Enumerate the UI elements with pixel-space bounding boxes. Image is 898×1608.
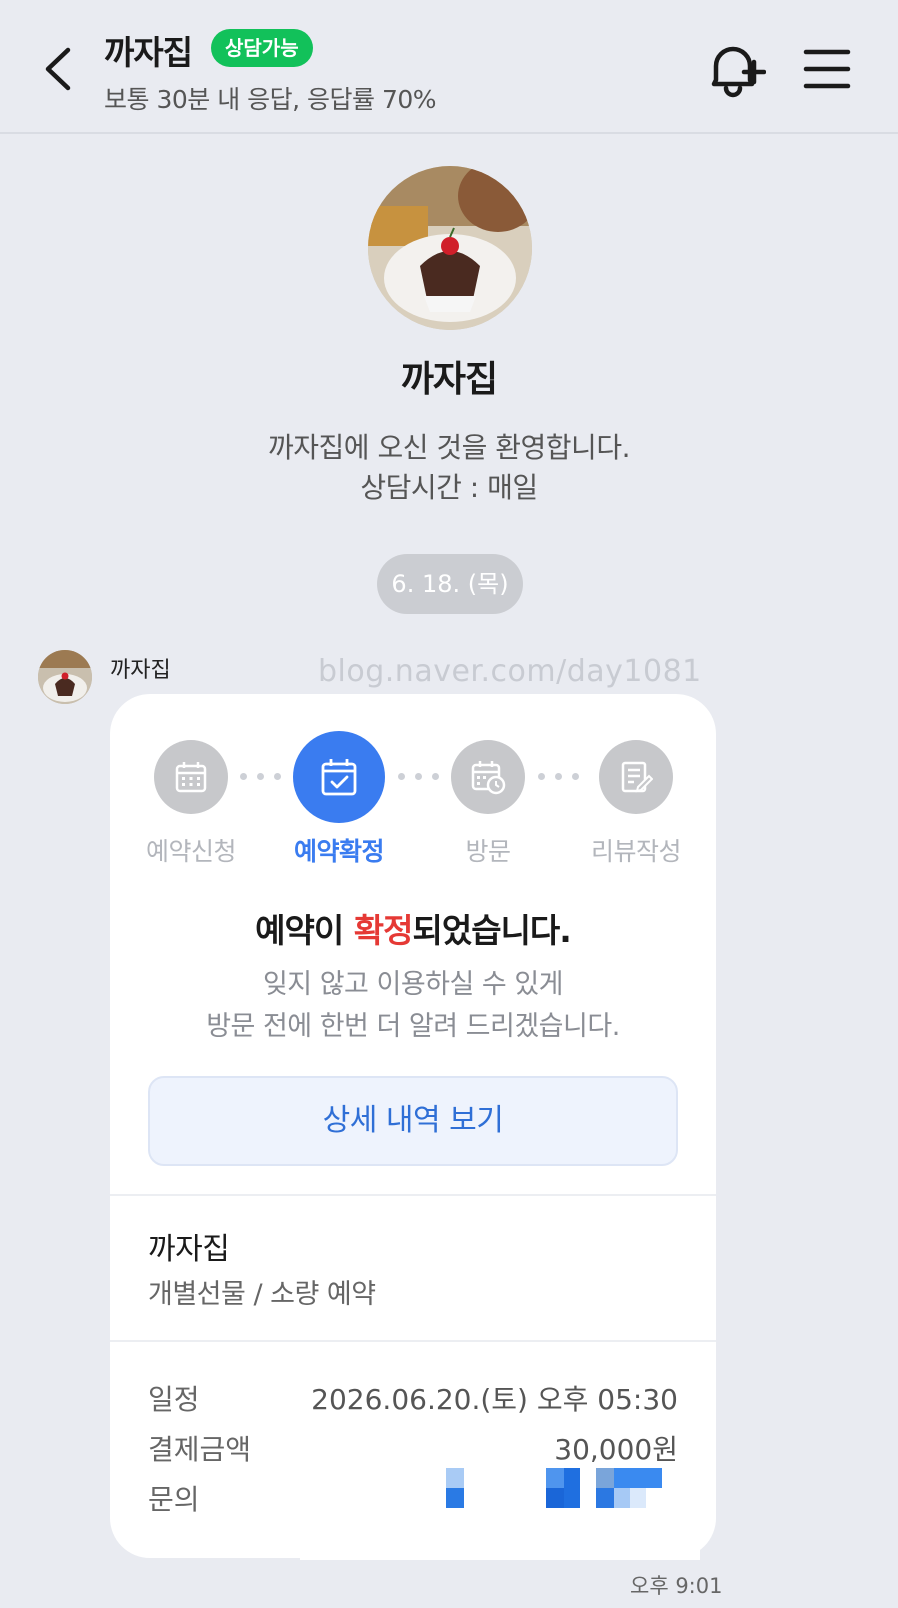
- desc-line: 방문 전에 한번 더 알려 드리겠습니다.: [206, 1011, 620, 1042]
- step-connector: [240, 773, 281, 780]
- welcome-message: 까자집에 오신 것을 환영합니다. 상담시간 : 매일: [0, 428, 898, 508]
- contact-value-blurred[interactable]: [446, 1468, 668, 1508]
- card-bottom-edge: [300, 1540, 700, 1560]
- step-confirmed: [293, 731, 385, 823]
- back-arrow-icon[interactable]: [38, 44, 78, 94]
- step-review: [599, 740, 673, 814]
- step-label-confirmed: 예약확정: [293, 837, 385, 866]
- profile-photo[interactable]: [368, 166, 532, 330]
- step-connector: [398, 773, 439, 780]
- divider: [110, 1340, 716, 1342]
- menu-icon[interactable]: [802, 44, 852, 94]
- welcome-line: 까자집에 오신 것을 환영합니다.: [268, 431, 630, 464]
- desc-line: 잊지 않고 이용하실 수 있게: [262, 969, 564, 1000]
- step-connector: [538, 773, 579, 780]
- shop-name: 까자집: [148, 1232, 230, 1267]
- step-label-request: 예약신청: [145, 837, 237, 866]
- edit-note-icon: [621, 761, 653, 793]
- title-after: 되었습니다.: [412, 911, 571, 950]
- title-highlight: 확정: [353, 911, 414, 950]
- calendar-icon: [175, 762, 207, 793]
- message-timestamp: 오후 9:01: [630, 1574, 723, 1598]
- schedule-value: 2026.06.20.(토) 오후 05:30: [311, 1383, 678, 1416]
- date-divider: 6. 18. (목): [377, 554, 523, 614]
- calendar-check-icon: [321, 759, 357, 796]
- payment-value: 30,000원: [554, 1433, 678, 1466]
- calendar-clock-icon: [471, 761, 506, 795]
- response-info: 보통 30분 내 응답, 응답률 70%: [104, 85, 437, 114]
- reservation-card: 예약신청 예약확정 방문 리뷰작성 예약이 확정되었습니다. 잊지 않고 이용하…: [110, 694, 716, 1558]
- schedule-row: 일정 2026.06.20.(토) 오후 05:30: [148, 1378, 678, 1422]
- avatar[interactable]: [38, 650, 92, 704]
- hours-line: 상담시간 : 매일: [360, 471, 538, 504]
- title-before: 예약이: [255, 911, 354, 950]
- contact-row: 문의: [148, 1468, 678, 1522]
- chat-header: 까자집 상담가능 보통 30분 내 응답, 응답률 70%: [0, 0, 898, 134]
- step-label-review: 리뷰작성: [590, 837, 682, 866]
- contact-label: 문의: [148, 1483, 200, 1516]
- divider: [110, 1194, 716, 1196]
- payment-row: 결제금액 30,000원: [148, 1428, 678, 1472]
- sender-name: 까자집: [110, 658, 171, 683]
- confirmation-title: 예약이 확정되었습니다.: [110, 904, 716, 952]
- view-details-button[interactable]: 상세 내역 보기: [148, 1076, 678, 1166]
- payment-label: 결제금액: [148, 1433, 252, 1466]
- page-title: 까자집: [104, 33, 193, 72]
- status-badge: 상담가능: [211, 29, 313, 67]
- bell-add-icon[interactable]: [704, 40, 767, 102]
- step-visit: [451, 740, 525, 814]
- schedule-label: 일정: [148, 1383, 200, 1416]
- confirmation-description: 잊지 않고 이용하실 수 있게 방문 전에 한번 더 알려 드리겠습니다.: [110, 964, 716, 1048]
- step-label-visit: 방문: [465, 837, 511, 866]
- shop-profile-name: 까자집: [400, 359, 498, 400]
- reservation-type: 개별선물 / 소량 예약: [148, 1279, 376, 1310]
- watermark: blog.naver.com/day1081: [318, 654, 702, 689]
- step-request: [154, 740, 228, 814]
